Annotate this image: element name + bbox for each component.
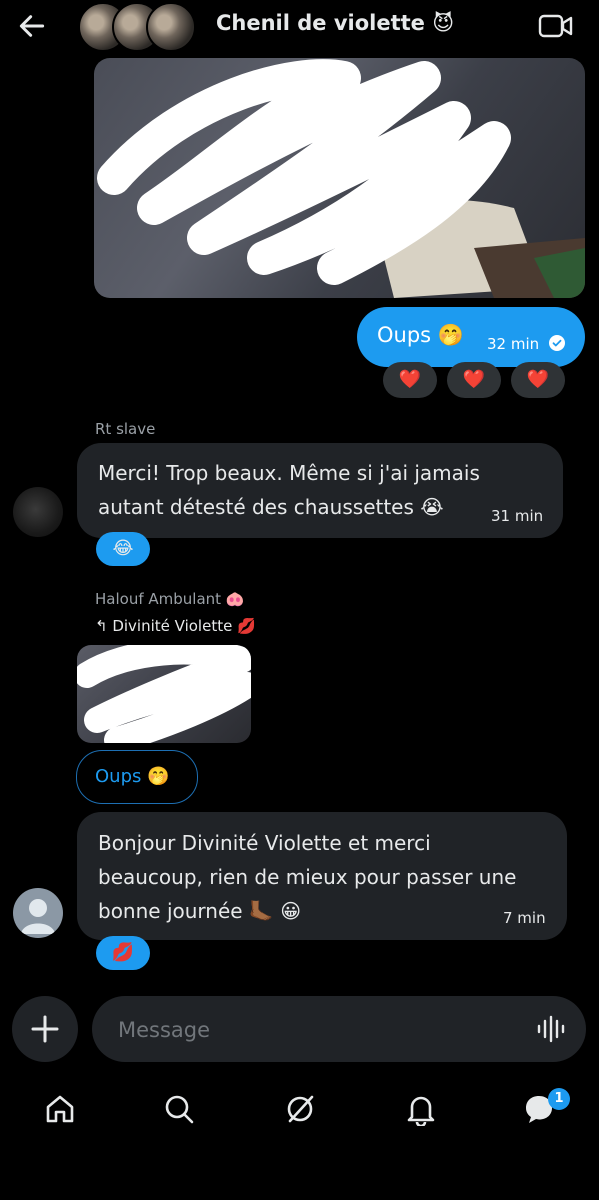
home-icon[interactable] [43, 1092, 77, 1126]
incoming-message-bubble[interactable]: Bonjour Divinité Violette et merci beauc… [77, 812, 567, 940]
message-line: beaucoup, rien de mieux pour passer une [98, 865, 517, 889]
message-input[interactable] [116, 996, 520, 1064]
conversation-title-text: Chenil de violette [216, 11, 425, 35]
search-icon[interactable] [162, 1092, 196, 1126]
message-line: bonne journée 🦶🏾 😀 [98, 899, 302, 923]
message-text: Oups 🤭 [377, 323, 464, 347]
reaction-chip[interactable]: 😂 [96, 532, 150, 566]
outgoing-message-bubble[interactable]: Oups 🤭 32 min [357, 307, 585, 367]
devil-emoji: 😈 [432, 11, 455, 35]
grok-icon[interactable] [283, 1092, 317, 1126]
quoted-message[interactable]: Oups 🤭 [76, 750, 198, 804]
incoming-message-bubble[interactable]: Merci! Trop beaux. Même si j'ai jamais a… [77, 443, 563, 538]
video-call-icon[interactable] [538, 12, 574, 40]
voice-message-icon[interactable] [536, 1014, 566, 1044]
sender-avatar[interactable] [13, 487, 63, 537]
message-time: 32 min [487, 335, 540, 353]
message-time: 31 min [491, 507, 544, 525]
reaction-chip[interactable]: ❤️ [511, 362, 565, 398]
quoted-photo[interactable] [77, 645, 251, 743]
reaction-chip[interactable]: ❤️ [447, 362, 501, 398]
reply-to-label: ↰ Divinité Violette 💋 [95, 617, 256, 635]
read-check-icon [549, 335, 565, 351]
default-avatar-icon[interactable] [13, 888, 63, 938]
notifications-bell-icon[interactable] [404, 1092, 438, 1126]
message-composer[interactable] [92, 996, 586, 1064]
add-attachment-button[interactable] [12, 996, 78, 1062]
message-line: Merci! Trop beaux. Même si j'ai jamais [98, 461, 480, 485]
conversation-title[interactable]: Chenil de violette 😈 [216, 11, 454, 35]
member-avatar [146, 2, 196, 52]
reaction-chip[interactable]: 💋 [96, 936, 150, 970]
quoted-message-text: Oups 🤭 [95, 766, 170, 787]
reaction-chip[interactable]: ❤️ [383, 362, 437, 398]
message-line: Bonjour Divinité Violette et merci [98, 831, 431, 855]
sender-name: Halouf Ambulant 🐽 [95, 590, 245, 608]
back-arrow-icon[interactable] [16, 10, 48, 42]
message-time: 7 min [503, 909, 546, 927]
sender-name: Rt slave [95, 420, 156, 438]
group-avatars[interactable] [78, 2, 218, 52]
unread-badge: 1 [548, 1088, 570, 1110]
message-line: autant détesté des chaussettes 😭 [98, 495, 444, 519]
plus-icon [31, 1015, 59, 1043]
shared-photo[interactable] [94, 58, 585, 298]
